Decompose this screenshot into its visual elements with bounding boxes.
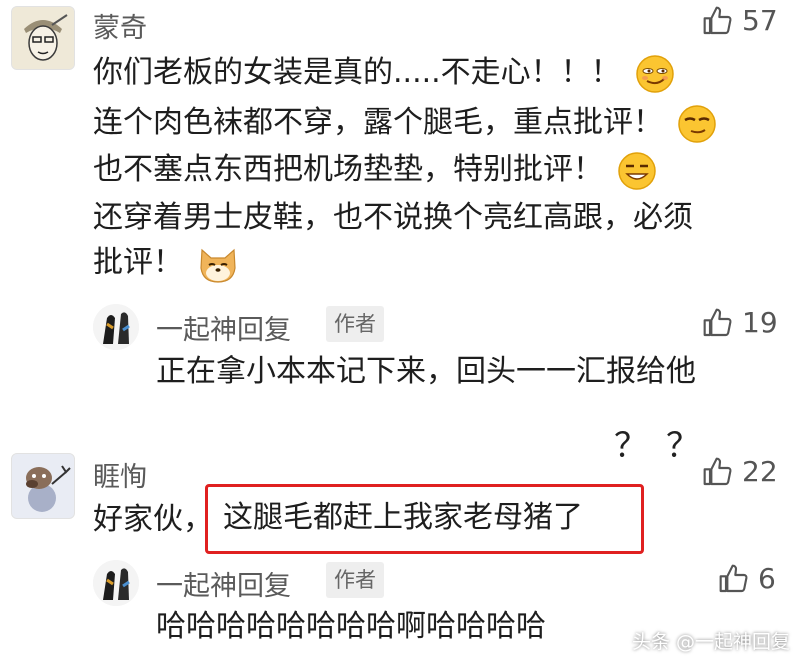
author-badge: 作者 — [326, 306, 384, 342]
like-count: 19 — [742, 306, 778, 339]
avatar-yaxun[interactable] — [11, 453, 75, 519]
author-avatar-icon — [93, 560, 139, 606]
comment-text-prefix: 好家伙， — [93, 502, 213, 537]
thumbs-up-icon — [703, 457, 732, 485]
reply-text: 哈哈哈哈哈哈哈哈啊哈哈哈哈 — [156, 609, 546, 644]
like-button[interactable]: 57 — [702, 4, 778, 37]
reply-text: 正在拿小本本记下来，回头一一汇报给他 — [156, 354, 696, 389]
smirk-emoji-icon — [635, 54, 675, 94]
smirk-emoji-icon — [677, 104, 717, 144]
watermark: 头条 @一起神回复 — [631, 631, 790, 653]
username-mengqi[interactable]: 蒙奇 — [93, 6, 147, 45]
comment-text-line: 批评！ — [93, 243, 239, 284]
username-yaxun[interactable]: 睚恂 — [93, 455, 147, 494]
grin-emoji-icon — [617, 151, 657, 191]
avatar-author[interactable] — [93, 304, 139, 350]
author-avatar-icon — [93, 304, 139, 350]
comment-text-line: 还穿着男士皮鞋，也不说换个亮红高跟，必须 — [93, 200, 693, 235]
comment-text-line: 连个肉色袜都不穿，露个腿毛，重点批评！ — [93, 103, 717, 144]
like-count: 22 — [742, 455, 778, 488]
like-button[interactable]: 6 — [718, 562, 776, 595]
like-count: 6 — [758, 562, 776, 595]
comment-text-line: 你们老板的女装是真的.....不走心！！！ — [93, 53, 675, 94]
thumbs-up-icon — [703, 308, 732, 336]
like-count: 57 — [742, 4, 778, 37]
doge-emoji-icon — [197, 244, 239, 284]
highlighted-comment-text: 这腿毛都赶上我家老母猪了 — [223, 500, 583, 535]
like-button[interactable]: 22 — [702, 455, 778, 488]
like-button[interactable]: 19 — [702, 306, 778, 339]
author-badge: 作者 — [326, 562, 384, 598]
username-author[interactable]: 一起神回复 — [156, 564, 291, 603]
cartoon-face-icon — [12, 7, 74, 69]
thumbs-up-icon — [719, 564, 748, 592]
comment-text-line: 也不塞点东西把机场垫垫，特别批评！ — [93, 150, 657, 191]
thumbs-up-icon — [703, 6, 732, 34]
avatar-mengqi[interactable] — [11, 6, 75, 70]
dog-cartoon-icon — [12, 454, 74, 518]
username-author[interactable]: 一起神回复 — [156, 308, 291, 347]
avatar-author[interactable] — [93, 560, 139, 606]
